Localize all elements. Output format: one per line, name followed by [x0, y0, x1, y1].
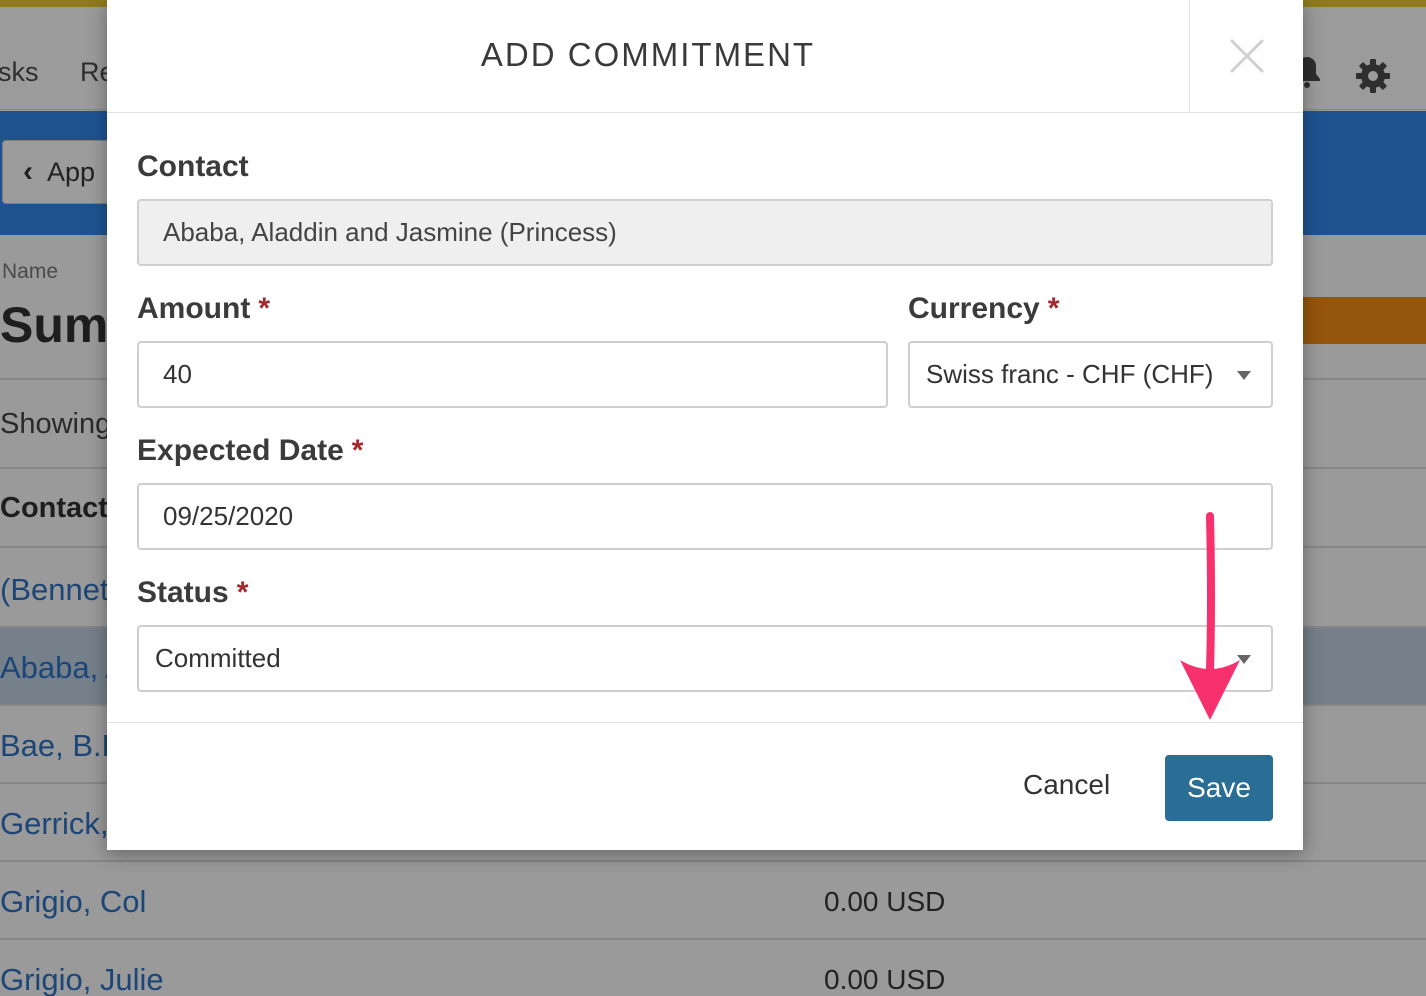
amount-label-text: Amount [137, 292, 251, 325]
table-row[interactable]: Grigio, Col 0.00 USD [0, 862, 1426, 940]
contact-name-link[interactable]: Bae, B.E [0, 728, 122, 764]
dialog-title: ADD COMMITMENT [480, 36, 816, 73]
table-row[interactable]: Grigio, Julie 0.00 USD [0, 940, 1426, 996]
contact-name-link[interactable]: (Bennet [0, 572, 109, 608]
column-header-contact[interactable]: Contact [0, 492, 108, 525]
nav-item-tasks[interactable]: sks [0, 57, 39, 88]
dialog-header: ADD COMMITMENT [107, 0, 1303, 113]
save-button[interactable]: Save [1165, 755, 1273, 821]
required-marker: * [236, 576, 249, 609]
back-button-label: App [47, 156, 96, 187]
contact-label-text: Contact [137, 150, 249, 183]
contact-field [137, 199, 1273, 266]
dropdown-caret-icon [1237, 655, 1251, 664]
amount-input[interactable] [137, 341, 888, 408]
contact-name-link[interactable]: Grigio, Col [0, 884, 146, 920]
contact-name-link[interactable]: Gerrick, [0, 806, 109, 842]
status-select[interactable]: Committed [137, 625, 1273, 692]
expected-date-input[interactable] [137, 483, 1273, 550]
dropdown-caret-icon [1237, 371, 1251, 380]
close-icon [1230, 39, 1263, 73]
add-commitment-dialog: ADD COMMITMENT Contact Amount* Currency*… [107, 0, 1303, 850]
page-title: Sum [0, 297, 109, 353]
currency-label: Currency * [908, 292, 1059, 326]
amount-label: Amount * [137, 292, 270, 326]
contact-label: Contact [137, 150, 249, 184]
required-marker: * [1047, 292, 1060, 325]
close-button[interactable] [1189, 0, 1303, 112]
expected-date-label-text: Expected Date [137, 434, 344, 467]
chevron-left-icon: ‹ [23, 155, 33, 188]
contact-name-link[interactable]: Grigio, Julie [0, 962, 164, 996]
required-marker: * [351, 434, 364, 467]
commitment-amount: 0.00 USD [824, 886, 946, 917]
status-selected-value: Committed [155, 643, 281, 673]
currency-label-text: Currency [908, 292, 1040, 325]
required-marker: * [258, 292, 270, 325]
showing-text: Showing [0, 408, 112, 440]
currency-selected-value: Swiss franc - CHF (CHF) [926, 359, 1214, 389]
dialog-footer: Cancel Save [107, 722, 1303, 850]
expected-date-label: Expected Date * [137, 434, 363, 468]
cancel-button[interactable]: Cancel [1023, 769, 1110, 801]
gear-icon[interactable] [1354, 57, 1392, 95]
commitment-amount: 0.00 USD [824, 964, 946, 995]
status-bar [1300, 297, 1426, 344]
currency-select[interactable]: Swiss franc - CHF (CHF) [908, 341, 1273, 408]
status-label-text: Status [137, 576, 229, 609]
name-label: Name [2, 260, 59, 283]
status-label: Status * [137, 576, 248, 610]
